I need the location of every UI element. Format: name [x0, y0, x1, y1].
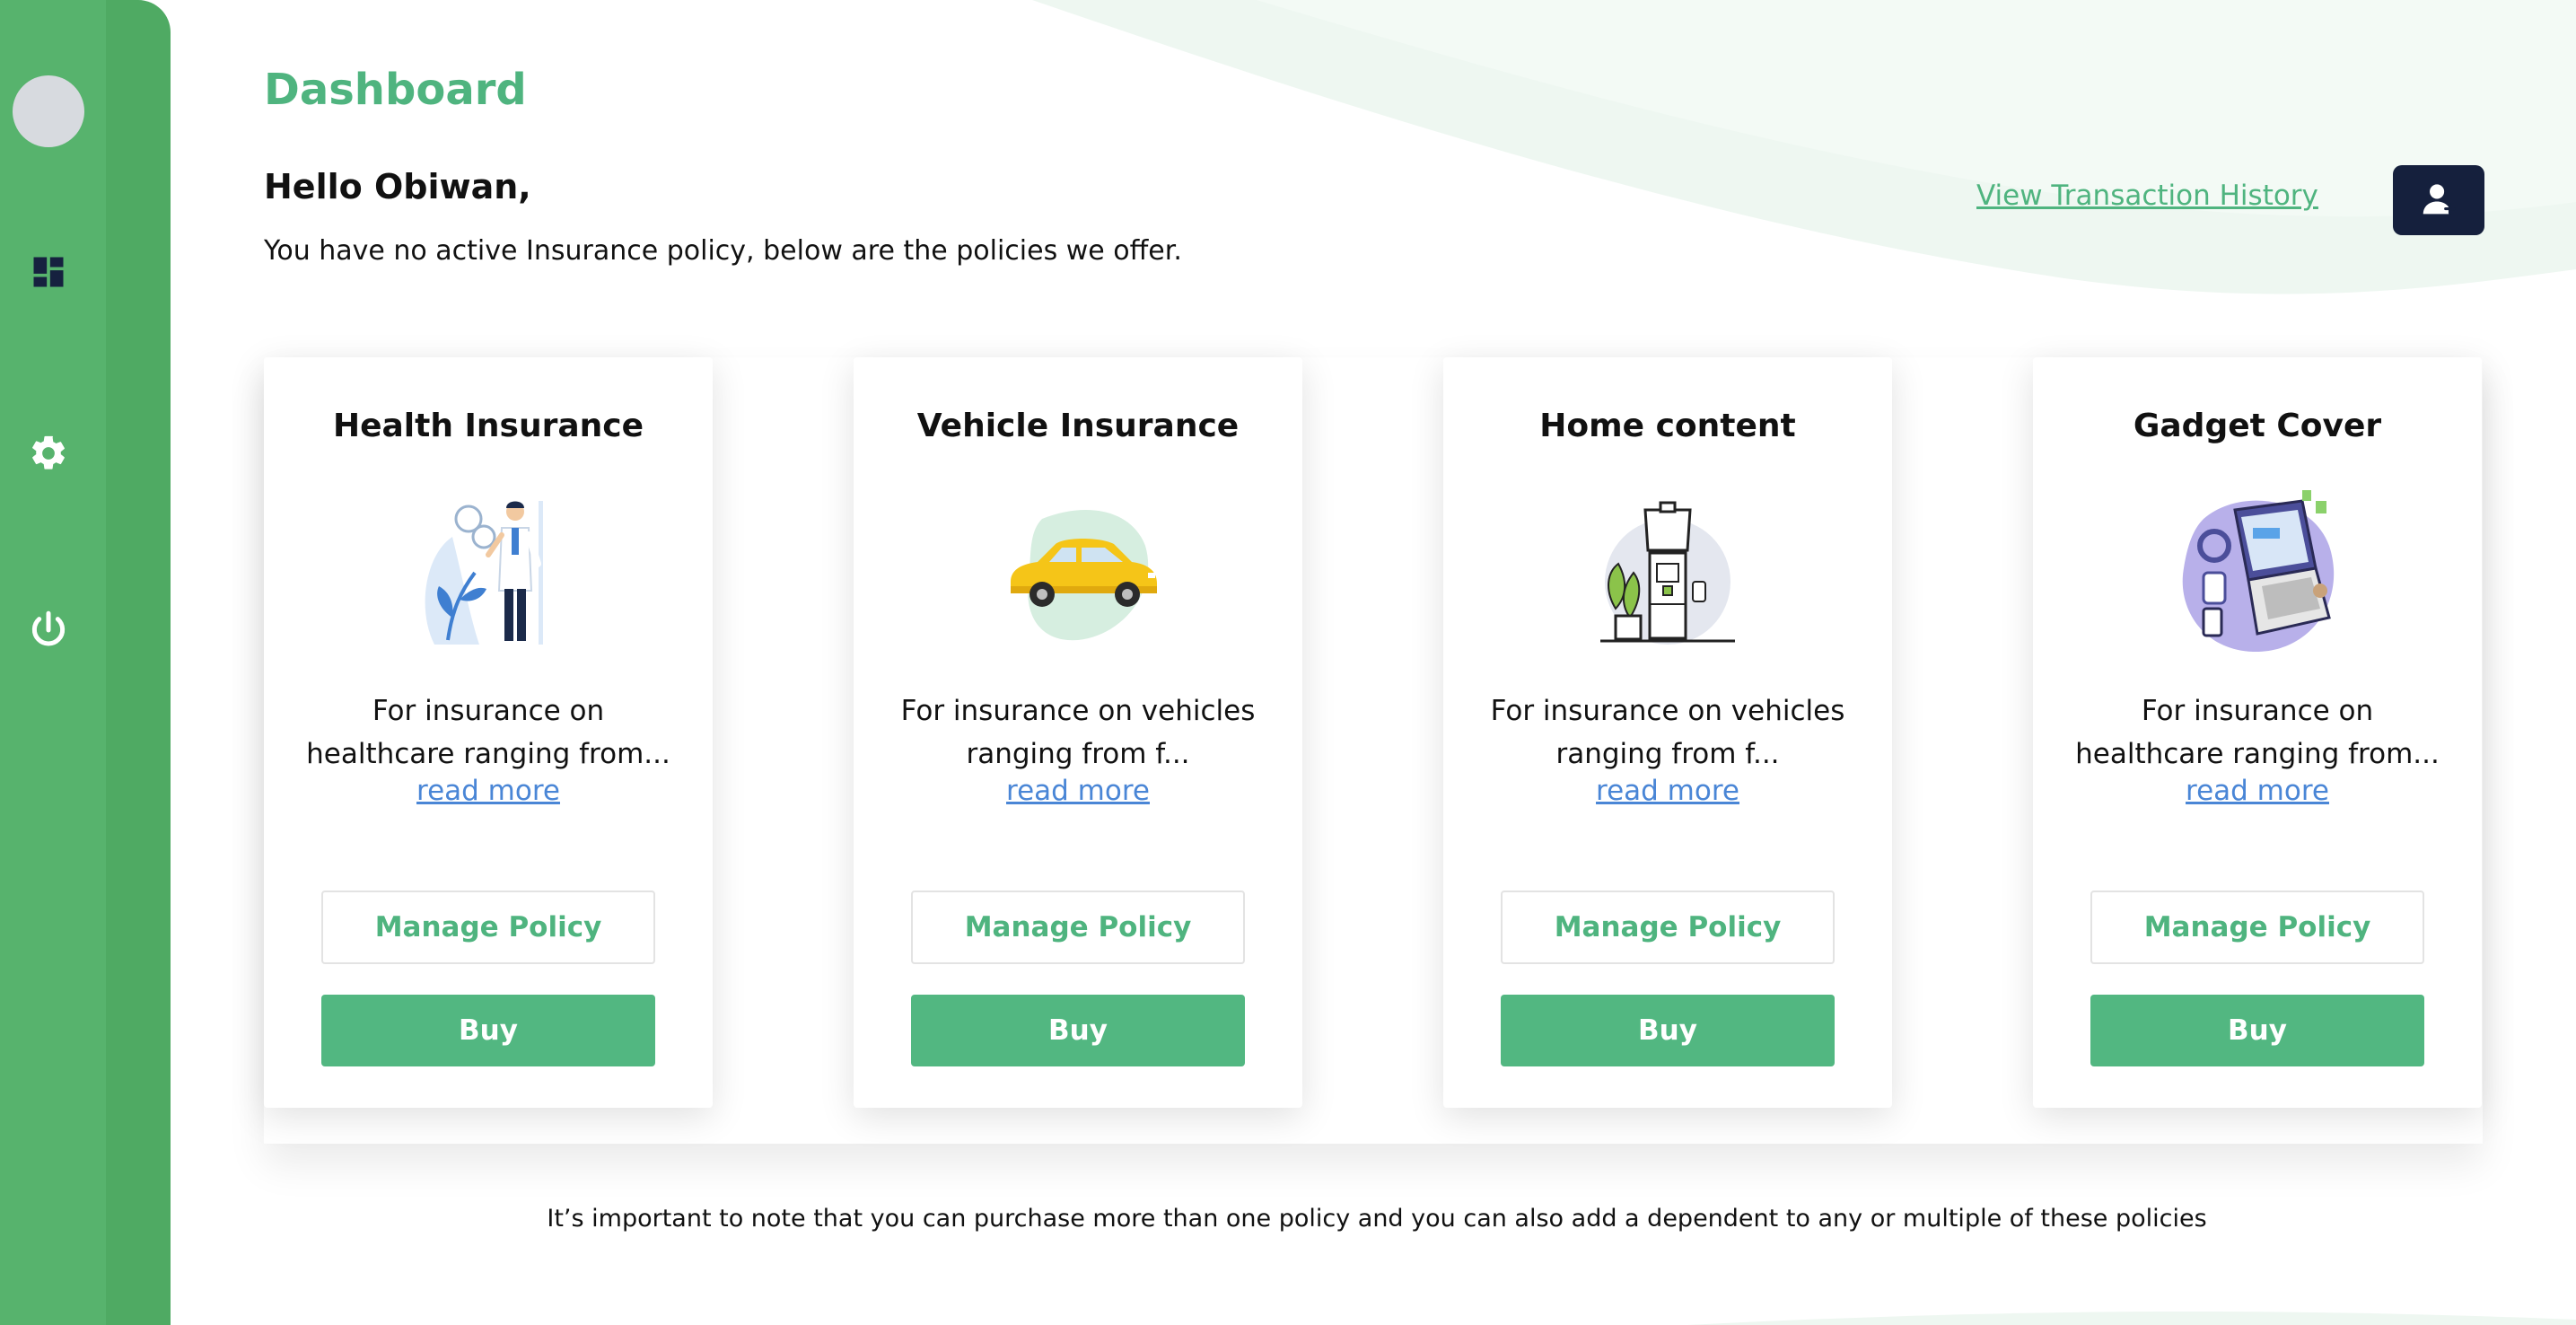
- gadget-illustration: [2182, 490, 2335, 653]
- policy-card-gadget: Gadget Cover For insurance on healthcare…: [2033, 357, 2482, 1108]
- water-dispenser-illustration: [1600, 501, 1735, 645]
- doctor-illustration: [425, 501, 543, 645]
- policy-card-health: Health Insurance For insurance on health…: [264, 357, 713, 1108]
- sidebar-item-logout[interactable]: [26, 608, 71, 653]
- card-title: Home content: [1539, 408, 1796, 444]
- dashboard-icon: [33, 257, 64, 287]
- view-transaction-history-link[interactable]: View Transaction History: [1976, 180, 2318, 212]
- policy-footnote: It’s important to note that you can purc…: [547, 1205, 2207, 1233]
- sidebar-inner-panel: [0, 0, 106, 1325]
- card-description: For insurance on vehicles ranging from f…: [900, 695, 1256, 770]
- main-content: Dashboard Hello Obiwan, You have no acti…: [0, 0, 2576, 1325]
- card-title: Health Insurance: [332, 408, 644, 444]
- policy-cards-section: Health Insurance For insurance on health…: [264, 357, 2483, 1144]
- sidebar-item-settings[interactable]: [26, 431, 71, 476]
- sidebar-item-dashboard[interactable]: [26, 250, 71, 294]
- buy-button[interactable]: Buy: [321, 995, 655, 1066]
- gear-icon: [32, 435, 65, 469]
- buy-button[interactable]: Buy: [911, 995, 1245, 1066]
- read-more-link[interactable]: read more: [264, 775, 713, 807]
- add-user-button[interactable]: [2393, 165, 2484, 235]
- card-description: For insurance on vehicles ranging from f…: [1490, 695, 1845, 770]
- read-more-link[interactable]: read more: [2033, 775, 2482, 807]
- card-description: For insurance on healthcare ranging from…: [2075, 695, 2440, 770]
- power-icon: [31, 610, 66, 646]
- card-title: Gadget Cover: [2133, 408, 2382, 444]
- greeting: Hello Obiwan,: [264, 167, 531, 206]
- page-title: Dashboard: [264, 65, 527, 115]
- policy-status-text: You have no active Insurance policy, bel…: [264, 235, 1182, 267]
- read-more-link[interactable]: read more: [854, 775, 1302, 807]
- policy-card-vehicle: Vehicle Insurance For insurance on vehic…: [854, 357, 1302, 1108]
- buy-button[interactable]: Buy: [1501, 995, 1835, 1066]
- avatar[interactable]: [13, 75, 84, 147]
- car-illustration: [1011, 510, 1157, 641]
- policy-card-home-content: Home content For insurance on vehicles r…: [1443, 357, 1892, 1108]
- manage-policy-button[interactable]: Manage Policy: [911, 891, 1245, 964]
- read-more-link[interactable]: read more: [1443, 775, 1892, 807]
- sidebar: [0, 0, 171, 1325]
- manage-policy-button[interactable]: Manage Policy: [1501, 891, 1835, 964]
- buy-button[interactable]: Buy: [2090, 995, 2424, 1066]
- manage-policy-button[interactable]: Manage Policy: [2090, 891, 2424, 964]
- card-description: For insurance on healthcare ranging from…: [306, 695, 670, 770]
- manage-policy-button[interactable]: Manage Policy: [321, 891, 655, 964]
- add-user-icon: [2423, 184, 2456, 215]
- card-title: Vehicle Insurance: [916, 408, 1240, 444]
